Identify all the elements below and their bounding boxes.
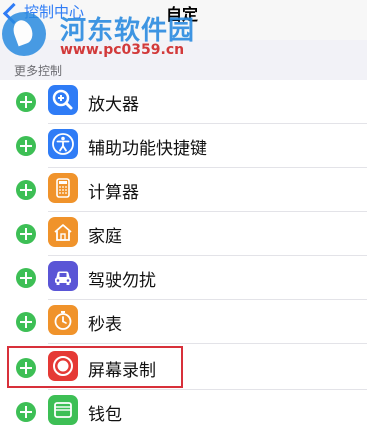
highlight-box — [7, 346, 183, 388]
list-item-driving-dnd: 驾驶勿扰 — [0, 256, 367, 300]
watermark-logo-icon — [2, 12, 46, 56]
item-label: 驾驶勿扰 — [88, 271, 156, 291]
list-item-wallet: 钱包 — [0, 390, 367, 434]
list-item-magnifier: 放大器 — [0, 80, 367, 124]
add-button[interactable] — [16, 268, 36, 288]
item-label: 放大器 — [88, 95, 139, 115]
list-item-stopwatch: 秒表 — [0, 300, 367, 344]
accessibility-icon — [48, 129, 78, 159]
item-label: 秒表 — [88, 315, 122, 335]
home-icon — [48, 217, 78, 247]
item-label: 辅助功能快捷键 — [88, 139, 207, 159]
add-button[interactable] — [16, 136, 36, 156]
section-header: 更多控制 — [14, 64, 63, 78]
calculator-icon — [48, 173, 78, 203]
add-button[interactable] — [16, 92, 36, 112]
list-item-home: 家庭 — [0, 212, 367, 256]
item-label: 钱包 — [88, 405, 122, 425]
item-label: 计算器 — [88, 183, 139, 203]
magnifier-icon — [48, 85, 78, 115]
stopwatch-icon — [48, 305, 78, 335]
wallet-icon — [48, 395, 78, 425]
item-label: 家庭 — [88, 227, 122, 247]
add-button[interactable] — [16, 402, 36, 422]
add-button[interactable] — [16, 312, 36, 332]
add-button[interactable] — [16, 180, 36, 200]
car-icon — [48, 261, 78, 291]
list-item-accessibility-shortcut: 辅助功能快捷键 — [0, 124, 367, 168]
divider — [48, 343, 367, 344]
watermark-url: www.pc0359.cn — [60, 42, 185, 58]
list-item-calculator: 计算器 — [0, 168, 367, 212]
add-button[interactable] — [16, 224, 36, 244]
